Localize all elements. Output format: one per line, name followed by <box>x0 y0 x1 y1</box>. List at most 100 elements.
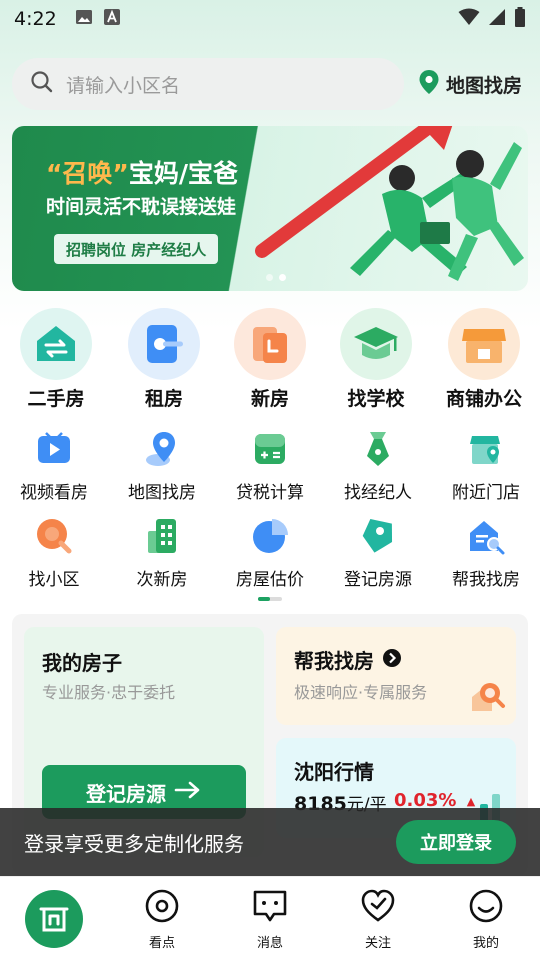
service-new-house[interactable]: 新房 <box>216 308 324 411</box>
login-prompt-bar: 登录享受更多定制化服务 立即登录 <box>0 808 540 876</box>
service-label: 二手房 <box>27 388 85 410</box>
arrow-right-icon <box>174 780 202 805</box>
house-search-icon <box>465 515 507 557</box>
help-find-title: 帮我找房 <box>294 649 374 673</box>
pie-chart-icon <box>249 515 291 557</box>
search-placeholder: 请输入小区名 <box>66 74 181 97</box>
map-find-label: 地图找房 <box>446 74 523 97</box>
banner-dot <box>266 274 273 281</box>
tool-help-find-house[interactable]: 帮我找房 <box>432 515 540 590</box>
status-time: 4:22 <box>14 8 57 30</box>
register-listing-label: 登记房源 <box>86 781 166 806</box>
tool-loan-tax-calc[interactable]: 贷税计算 <box>216 428 324 503</box>
service-second-hand[interactable]: 二手房 <box>2 308 110 411</box>
location-pin-icon <box>418 69 440 99</box>
tool-label: 登记房源 <box>344 570 412 590</box>
service-shop-office[interactable]: 商铺办公 <box>430 308 538 411</box>
map-pin-icon <box>141 428 183 470</box>
tab-label: 消息 <box>256 935 283 951</box>
house-exchange-icon <box>20 308 92 380</box>
tool-label: 视频看房 <box>20 483 88 503</box>
tool-register-listing[interactable]: 登记房源 <box>324 515 432 590</box>
nearby-store-icon <box>465 428 507 470</box>
register-tag-icon <box>357 515 399 557</box>
chevron-circle-icon <box>382 648 402 672</box>
tool-map-search[interactable]: 地图找房 <box>108 428 216 503</box>
banner-page-dots <box>266 274 286 281</box>
tool-label: 帮我找房 <box>452 570 520 590</box>
bottom-tab-bar: 看点 消息 关注 我的 <box>0 876 540 960</box>
service-label: 新房 <box>250 388 289 410</box>
banner-title-rest: 宝妈/宝爸 <box>128 159 239 188</box>
home-icon <box>25 890 83 948</box>
tab-label: 我的 <box>472 935 499 951</box>
tool-find-community[interactable]: 找小区 <box>0 515 108 590</box>
tools-page-indicator-active <box>258 597 270 601</box>
tab-messages[interactable]: 消息 <box>216 877 324 960</box>
tool-label: 找小区 <box>28 570 80 590</box>
tool-near-new-house[interactable]: 次新房 <box>108 515 216 590</box>
running-people-illustration <box>255 126 524 281</box>
tool-label: 附近门店 <box>452 483 520 503</box>
smile-face-icon <box>468 888 504 928</box>
login-now-button[interactable]: 立即登录 <box>396 820 516 864</box>
tab-highlights[interactable]: 看点 <box>108 877 216 960</box>
tool-label: 次新房 <box>136 570 188 590</box>
graduation-cap-icon <box>340 308 412 380</box>
tool-video-viewing[interactable]: 视频看房 <box>0 428 108 503</box>
battery-icon <box>514 7 526 31</box>
agent-tie-icon <box>357 428 399 470</box>
promo-banner[interactable]: “召唤”宝妈/宝爸 时间灵活不耽误接送娃 招聘岗位 房产经纪人 <box>12 126 528 291</box>
wifi-icon <box>458 8 480 30</box>
service-label: 商铺办公 <box>445 388 522 410</box>
storefront-icon <box>448 308 520 380</box>
heart-check-icon <box>360 888 396 928</box>
signal-icon <box>488 8 506 30</box>
tools-page-indicator <box>258 597 282 601</box>
service-find-school[interactable]: 找学校 <box>322 308 430 411</box>
banner-subtitle: 时间灵活不耽误接送娃 <box>46 196 237 218</box>
apartment-building-icon <box>141 515 183 557</box>
video-play-icon <box>33 428 75 470</box>
message-bubble-icon <box>252 888 288 928</box>
tool-house-valuation[interactable]: 房屋估价 <box>216 515 324 590</box>
tool-find-agent[interactable]: 找经纪人 <box>324 428 432 503</box>
login-prompt-text: 登录享受更多定制化服务 <box>24 831 244 856</box>
search-input[interactable]: 请输入小区名 <box>12 58 404 110</box>
tool-label: 房屋估价 <box>236 570 304 590</box>
search-row: 请输入小区名 地图找房 <box>12 58 532 110</box>
search-icon <box>30 70 54 98</box>
help-find-card[interactable]: 帮我找房 极速响应·专属服务 <box>276 627 516 725</box>
key-icon <box>128 308 200 380</box>
tool-label: 地图找房 <box>128 483 196 503</box>
main-services: 二手房 租房 新房 找学校 商铺办公 <box>0 308 540 413</box>
status-bar: 4:22 <box>0 0 540 38</box>
banner-title-accent: “召唤” <box>46 159 129 188</box>
tool-nearby-stores[interactable]: 附近门店 <box>432 428 540 503</box>
service-label: 找学校 <box>347 388 405 410</box>
help-find-subtitle: 极速响应·专属服务 <box>294 683 428 702</box>
tab-mine[interactable]: 我的 <box>432 877 540 960</box>
magnifier-house-icon <box>470 679 506 717</box>
service-label: 租房 <box>144 388 183 410</box>
banner-title: “召唤”宝妈/宝爸 <box>46 154 238 190</box>
a-notification-icon <box>103 8 121 30</box>
search-community-icon <box>33 515 75 557</box>
clock-building-icon <box>234 308 306 380</box>
eye-target-icon <box>144 888 180 928</box>
tab-label: 看点 <box>148 935 175 951</box>
calculator-icon <box>249 428 291 470</box>
gallery-icon <box>75 8 93 30</box>
banner-tag: 招聘岗位 房产经纪人 <box>54 234 219 264</box>
my-house-subtitle: 专业服务·忠于委托 <box>42 683 176 702</box>
tab-home[interactable] <box>0 877 108 960</box>
tab-following[interactable]: 关注 <box>324 877 432 960</box>
tool-label: 找经纪人 <box>344 483 412 503</box>
tab-label: 关注 <box>364 935 391 951</box>
service-rent[interactable]: 租房 <box>110 308 218 411</box>
trend-up-icon: ▲ <box>466 794 476 808</box>
market-title: 沈阳行情 <box>294 760 374 784</box>
my-house-title: 我的房子 <box>42 651 122 675</box>
map-find-button[interactable]: 地图找房 <box>418 69 522 99</box>
banner-dot-active <box>279 274 286 281</box>
